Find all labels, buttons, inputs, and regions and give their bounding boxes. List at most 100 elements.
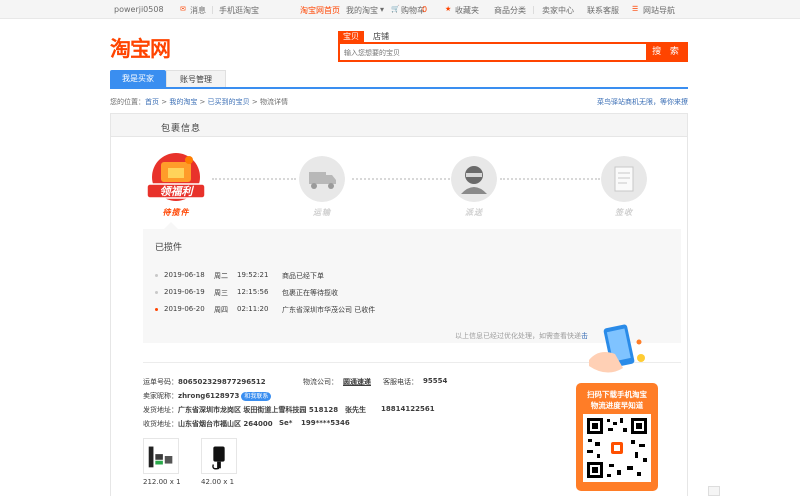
search-tab-items[interactable]: 宝贝 — [338, 31, 364, 42]
panel-title: 包裹信息 — [161, 124, 202, 134]
cainiao-notice-link[interactable]: 菜鸟驿站商机无限，等你来撩 — [597, 97, 688, 107]
breadcrumb: 您的位置：首页 > 我的淘宝 > 已买到的宝贝 > 物流详情 — [110, 97, 288, 107]
promo-badge-text: 领福利 — [160, 185, 195, 198]
event-date: 2019-06-19 — [164, 288, 205, 296]
phone-hand-icon — [589, 324, 645, 373]
breadcrumb-prefix: 您的位置： — [110, 98, 145, 106]
tracking-label: 运单号码： — [143, 378, 178, 386]
mail-icon: ✉ — [180, 5, 186, 13]
event-weekday: 周四 — [214, 306, 228, 314]
event-message: 广东省深圳市华茂公司 已收件 — [282, 306, 376, 314]
username-link[interactable]: powerji0508 — [114, 5, 164, 14]
carrier-phone: 95554 — [423, 377, 448, 385]
timeline-pointer — [164, 222, 178, 229]
my-taobao-link[interactable]: 我的淘宝 — [346, 5, 378, 16]
seller-name: zhrong6128973 — [178, 392, 240, 400]
receive-contact-phone: 199****5346 — [301, 419, 350, 427]
breadcrumb-separator: > — [197, 98, 208, 106]
step-connector — [500, 178, 600, 180]
timeline-dot — [155, 291, 158, 294]
timeline-dot-current — [155, 308, 158, 311]
app-download-text: 扫码下载手机淘宝 物流进度早知道 — [576, 389, 658, 411]
timeline-heading: 已揽件 — [155, 243, 183, 253]
ship-address-row: 发货地址：广东省深圳市龙岗区 坂田街道上雪科技园 518128 张先生 1881… — [143, 405, 435, 415]
breadcrumb-separator: > — [159, 98, 170, 106]
footnote-text: 以上信息已经过优化处理，如需查看快递 — [455, 332, 581, 340]
product-price: 212.00 x 1 — [143, 478, 181, 486]
receive-address-row: 收货地址：山东省烟台市福山区 264000 Se* 199****5346 — [143, 419, 350, 429]
receive-address-label: 收货地址： — [143, 420, 178, 428]
ship-address-label: 发货地址： — [143, 406, 178, 414]
taobao-logo[interactable]: 淘宝网 — [110, 33, 171, 63]
seller-center-link[interactable]: 卖家中心 — [542, 5, 574, 16]
tab-underline — [110, 87, 688, 89]
truck-icon — [299, 156, 345, 202]
mobile-taobao-link[interactable]: 手机逛淘宝 — [219, 5, 259, 16]
search-tab-shops[interactable]: 店铺 — [368, 31, 394, 42]
tab-account[interactable]: 账号管理 — [166, 70, 226, 87]
seller-label: 卖家昵称： — [143, 392, 178, 400]
messages-link[interactable]: 消息 — [190, 5, 206, 16]
search-button[interactable]: 搜 索 — [646, 42, 688, 62]
event-message: 商品已经下单 — [282, 272, 324, 280]
chevron-down-icon: ▾ — [380, 5, 385, 14]
event-date: 2019-06-18 — [164, 271, 205, 279]
menu-icon: ☰ — [632, 5, 639, 13]
timeline-footnote: 以上信息已经过优化处理，如需查看快递击 — [455, 331, 588, 341]
nav-separator: | — [211, 5, 214, 14]
receive-contact-name: Se* — [279, 419, 293, 427]
nav-separator: | — [532, 5, 535, 14]
event-weekday: 周二 — [214, 272, 228, 280]
promo-line-1: 扫码下载手机淘宝 — [587, 390, 647, 399]
categories-link[interactable]: 商品分类 — [494, 5, 526, 16]
cart-count: 0 — [422, 5, 428, 14]
step-connector — [212, 178, 296, 180]
tracking-number: 806502329877296512 — [178, 378, 266, 386]
carrier-link[interactable]: 圆通速递 — [343, 377, 371, 387]
product-thumbnail[interactable] — [143, 438, 179, 474]
search-box: 搜 索 — [338, 42, 688, 62]
taobao-home-link[interactable]: 淘宝网首页 — [300, 5, 340, 16]
site-top-nav: powerji0508 ✉ 消息 | 手机逛淘宝 淘宝网首页 我的淘宝 ▾ 🛒 … — [0, 0, 800, 19]
event-weekday: 周三 — [214, 289, 228, 297]
step-connector — [352, 178, 450, 180]
customer-service-link[interactable]: 联系客服 — [587, 5, 619, 16]
event-date: 2019-06-20 — [164, 305, 205, 313]
search-input[interactable] — [344, 46, 644, 59]
ship-address: 广东省深圳市龙岗区 坂田街道上雪科技园 518128 — [178, 406, 339, 414]
step-label-transit: 运输 — [313, 208, 331, 217]
promo-line-2: 物流进度早知道 — [590, 401, 644, 410]
event-time: 19:52:21 — [237, 271, 269, 279]
tracking-row: 运单号码：806502329877296512 物流公司： 圆通速递 客服电话： 9… — [143, 377, 447, 387]
event-message: 包裹正在等待揽收 — [282, 289, 338, 297]
breadcrumb-my-taobao[interactable]: 我的淘宝 — [169, 98, 197, 106]
step-label-delivery: 派送 — [465, 208, 483, 217]
carrier-phone-label: 客服电话： — [383, 378, 418, 386]
seller-row: 卖家昵称：zhrong6128973 和我联系 — [143, 391, 272, 401]
favorites-link[interactable]: 收藏夹 — [455, 5, 479, 16]
step-label-signed: 签收 — [615, 208, 633, 217]
contact-seller-button[interactable]: 和我联系 — [241, 392, 272, 401]
scroll-to-top-button[interactable] — [708, 486, 720, 496]
step-label-pickup: 待揽件 — [162, 208, 190, 217]
qr-code — [583, 414, 651, 482]
product-thumbnail[interactable] — [201, 438, 237, 474]
cart-icon: 🛒 — [391, 5, 400, 13]
star-icon: ★ — [445, 5, 452, 13]
courier-icon — [451, 156, 497, 202]
step-pickup-icon[interactable]: 领福利 — [143, 150, 209, 208]
breadcrumb-purchased[interactable]: 已买到的宝贝 — [208, 98, 250, 106]
event-time: 02:11:20 — [237, 305, 269, 313]
panel-header: 包裹信息 — [110, 113, 688, 137]
timeline-dot — [155, 274, 158, 277]
carrier-label: 物流公司： — [303, 378, 338, 386]
tab-buyer[interactable]: 我是买家 — [110, 70, 166, 87]
breadcrumb-home[interactable]: 首页 — [145, 98, 159, 106]
product-price: 42.00 x 1 — [201, 478, 235, 486]
ship-contact-phone: 18814122561 — [381, 405, 435, 413]
site-nav-link[interactable]: 网站导航 — [643, 5, 675, 16]
app-download-card[interactable]: 扫码下载手机淘宝 物流进度早知道 — [576, 383, 658, 491]
ship-contact-name: 张先生 — [345, 406, 366, 414]
event-time: 12:15:56 — [237, 288, 269, 296]
breadcrumb-separator: > — [249, 98, 260, 106]
